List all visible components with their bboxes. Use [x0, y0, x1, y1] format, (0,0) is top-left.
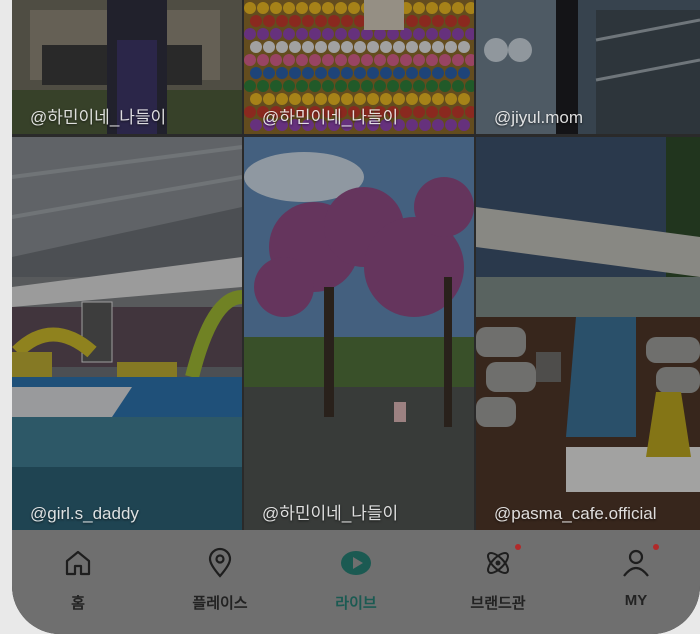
- tab-place-label: 플레이스: [192, 595, 248, 612]
- notification-dot: [653, 544, 659, 550]
- location-pin-icon: [203, 546, 237, 580]
- author-handle: @하민이네_나들이: [262, 108, 399, 127]
- author-handle: @하민이네_나들이: [262, 504, 399, 523]
- phone-frame: @하민이네_나들이 @하민이네_나들이 @jiyul.mom @girl.s_d…: [12, 0, 700, 634]
- tab-brand[interactable]: 브랜드관: [438, 544, 558, 624]
- tab-place[interactable]: 플레이스: [160, 544, 280, 624]
- feed-tile[interactable]: @jiyul.mom: [476, 0, 700, 134]
- atom-icon: [481, 544, 521, 580]
- feed-tile[interactable]: @girl.s_daddy: [12, 137, 242, 530]
- tab-live[interactable]: 라이브: [296, 544, 416, 624]
- tab-home-label: 홈: [71, 595, 85, 612]
- person-icon: [619, 544, 659, 580]
- author-handle: @pasma_cafe.official: [494, 504, 657, 523]
- tab-my[interactable]: MY: [576, 544, 696, 624]
- feed-thumbnail: [244, 137, 474, 530]
- feed-tile[interactable]: @하민이네_나들이: [244, 137, 474, 530]
- notification-dot: [515, 544, 521, 550]
- live-feed-grid: @하민이네_나들이 @하민이네_나들이 @jiyul.mom @girl.s_d…: [12, 0, 700, 530]
- bottom-nav: 홈 플레이스 라이브 브랜드관 MY: [12, 530, 700, 634]
- tab-my-label: MY: [624, 592, 648, 609]
- author-handle: @하민이네_나들이: [30, 108, 167, 127]
- feed-tile[interactable]: @pasma_cafe.official: [476, 137, 700, 530]
- tab-brand-label: 브랜드관: [470, 595, 526, 612]
- feed-tile[interactable]: @하민이네_나들이: [12, 0, 242, 134]
- author-handle: @girl.s_daddy: [30, 504, 139, 523]
- author-handle: @jiyul.mom: [494, 108, 584, 127]
- feed-tile[interactable]: @하민이네_나들이: [244, 0, 474, 134]
- feed-thumbnail: [12, 137, 242, 530]
- tab-home[interactable]: 홈: [18, 544, 138, 624]
- home-icon: [61, 546, 95, 580]
- tab-live-label: 라이브: [335, 595, 377, 612]
- play-icon: [339, 546, 373, 580]
- feed-thumbnail: [476, 137, 700, 530]
